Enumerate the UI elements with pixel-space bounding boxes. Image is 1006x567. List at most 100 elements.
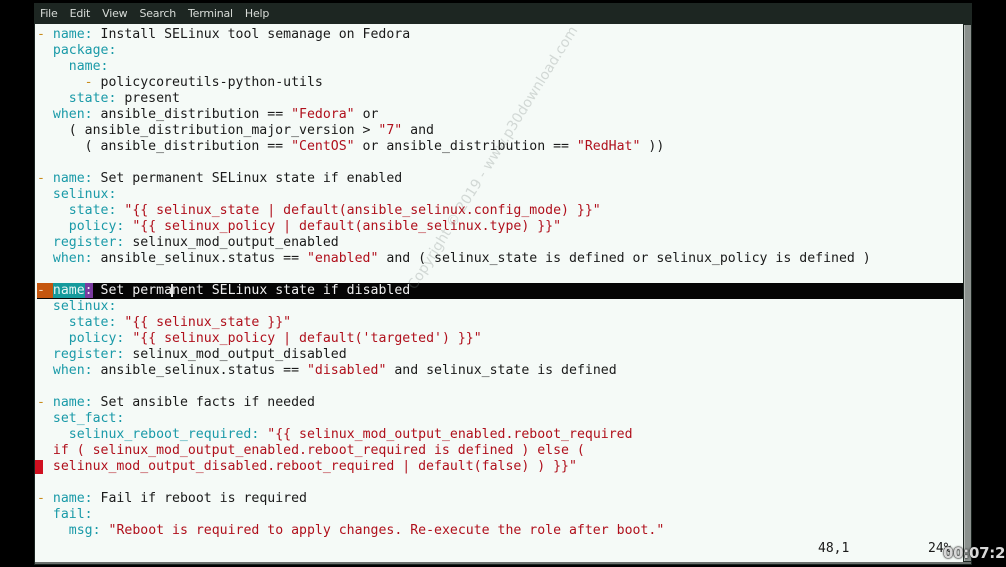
yaml-colon: : (84, 507, 93, 522)
code-line[interactable]: register: selinux_mod_output_disabled (37, 347, 963, 363)
yaml-key: name (52, 283, 85, 298)
code-line[interactable]: when: ansible_selinux.status == "disable… (37, 363, 963, 379)
code-line[interactable] (37, 475, 963, 491)
menu-terminal[interactable]: Terminal (188, 7, 233, 20)
code-line[interactable]: - name: Set permanent SELinux state if e… (37, 171, 963, 187)
code-line[interactable]: policy: "{{ selinux_policy | default(ans… (37, 219, 963, 235)
code-line[interactable]: package: (37, 43, 963, 59)
yaml-key: when (52, 363, 85, 378)
code-text: ansible_selinux.status == (92, 363, 307, 378)
code-text: and (402, 123, 434, 138)
code-line[interactable]: ( ansible_distribution_major_version > "… (37, 123, 963, 139)
yaml-key: selinux (52, 187, 109, 202)
code-line[interactable]: state: present (37, 91, 963, 107)
yaml-key: set_fact (52, 411, 117, 426)
yaml-key: policy (68, 219, 117, 234)
code-line[interactable]: state: "{{ selinux_state }}" (37, 315, 963, 331)
code-line[interactable]: selinux_mod_output_disabled.reboot_requi… (35, 459, 963, 475)
yaml-key: name (68, 59, 101, 74)
list-dash: - (37, 171, 53, 186)
yaml-colon: : (108, 43, 117, 58)
yaml-string: "disabled" (306, 363, 387, 378)
code-line[interactable]: state: "{{ selinux_state | default(ansib… (37, 203, 963, 219)
code-line[interactable] (37, 379, 963, 395)
yaml-string: "{{ selinux_policy | default('targeted')… (132, 331, 482, 346)
yaml-colon: : (108, 187, 117, 202)
code-text: ( ansible_distribution_major_version > (37, 123, 379, 138)
yaml-string: "CentOS" (291, 139, 355, 154)
yaml-key: fail (52, 507, 85, 522)
menu-view[interactable]: View (102, 7, 128, 20)
code-line[interactable]: selinux_reboot_required: "{{ selinux_mod… (37, 427, 963, 443)
menu-help[interactable]: Help (245, 7, 269, 20)
code-line[interactable]: if ( selinux_mod_output_enabled.reboot_r… (37, 443, 963, 459)
code-text: ansible_distribution == (92, 107, 292, 122)
terminal-text-area[interactable]: - name: Install SELinux tool semanage on… (35, 24, 963, 562)
list-dash: - (37, 395, 53, 410)
yaml-string: "Reboot is required to apply changes. Re… (108, 523, 665, 538)
code-line[interactable]: ( ansible_distribution == "CentOS" or an… (37, 139, 963, 155)
yaml-key: register (52, 347, 117, 362)
yaml-colon: : (84, 395, 93, 410)
yaml-colon: : (84, 27, 93, 42)
code-text: ( ansible_distribution == (37, 139, 292, 154)
yaml-colon: : (84, 283, 93, 298)
scrollbar[interactable] (964, 25, 971, 561)
yaml-key: name (52, 171, 85, 186)
code-text: )) (640, 139, 665, 154)
menu-search[interactable]: Search (139, 7, 176, 20)
menu-file[interactable]: File (40, 7, 58, 20)
code-line[interactable]: when: ansible_distribution == "Fedora" o… (37, 107, 963, 123)
yaml-key: when (52, 251, 85, 266)
code-line[interactable]: msg: "Reboot is required to apply change… (37, 523, 963, 539)
code-line[interactable]: when: ansible_selinux.status == "enabled… (37, 251, 963, 267)
code-line[interactable]: - name: Set ansible facts if needed (37, 395, 963, 411)
code-text: ansible_selinux.status == (92, 251, 307, 266)
yaml-key: state (68, 91, 109, 106)
code-line[interactable]: policy: "{{ selinux_policy | default('ta… (37, 331, 963, 347)
code-text: present (116, 91, 180, 106)
code-line[interactable]: - policycoreutils-python-utils (37, 75, 963, 91)
yaml-string: "{{ selinux_policy | default(ansible_sel… (132, 219, 562, 234)
code-text: Install SELinux tool semanage on Fedora (92, 27, 411, 42)
yaml-key: name (52, 395, 85, 410)
video-timestamp: 00:07:21 (943, 544, 1006, 562)
code-line[interactable] (37, 155, 963, 171)
code-line[interactable]: - name: Install SELinux tool semanage on… (37, 27, 963, 43)
yaml-colon: : (84, 107, 93, 122)
code-line[interactable]: selinux: (37, 299, 963, 315)
code-line-current[interactable]: - name: Set permanent SELinux state if d… (37, 283, 963, 299)
vim-buffer[interactable]: - name: Install SELinux tool semanage on… (35, 27, 963, 539)
yaml-key: name (52, 27, 85, 42)
code-line[interactable]: fail: (37, 507, 963, 523)
yaml-string: if ( selinux_mod_output_enabled.reboot_r… (52, 443, 585, 458)
code-line[interactable] (37, 267, 963, 283)
yaml-key: package (52, 43, 109, 58)
yaml-key: policy (68, 331, 117, 346)
code-text: selinux_mod_output_enabled (124, 235, 339, 250)
code-line[interactable]: register: selinux_mod_output_enabled (37, 235, 963, 251)
yaml-colon: : (84, 363, 93, 378)
code-text: Set perma (92, 283, 173, 298)
code-text: nent SELinux state if disabled (172, 283, 411, 298)
yaml-string: selinux_mod_output_disabled.reboot_requi… (52, 459, 577, 474)
code-line[interactable]: - name: Fail if reboot is required (37, 491, 963, 507)
code-line[interactable]: set_fact: (37, 411, 963, 427)
menu-edit[interactable]: Edit (70, 7, 91, 20)
code-text: Set permanent SELinux state if enabled (92, 171, 403, 186)
code-line[interactable]: selinux: (37, 187, 963, 203)
yaml-key: name (52, 491, 85, 506)
yaml-colon: : (92, 523, 101, 538)
yaml-key: register (52, 235, 117, 250)
code-line[interactable]: name: (37, 59, 963, 75)
